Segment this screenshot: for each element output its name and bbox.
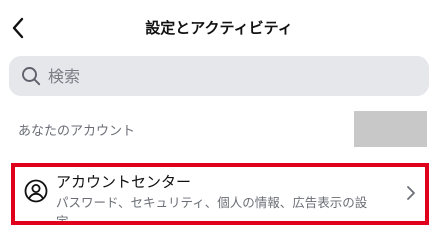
chevron-right-icon	[407, 186, 415, 200]
search-icon	[20, 65, 42, 87]
settings-screen: 設定とアクティビティ あなたのアカウント アカウントセンター パスワード、セキュ…	[0, 0, 438, 243]
page-title: 設定とアクティビティ	[145, 19, 293, 37]
account-center-title: アカウントセンター	[56, 173, 192, 191]
search-input[interactable]	[48, 62, 408, 90]
section-label-your-account: あなたのアカウント	[18, 124, 136, 139]
search-bar[interactable]	[9, 56, 429, 96]
account-center-row[interactable]: アカウントセンター パスワード、セキュリティ、個人の情報、広告表示の設定	[11, 163, 429, 225]
account-center-subtitle: パスワード、セキュリティ、個人の情報、広告表示の設定	[56, 195, 368, 225]
person-circle-icon	[24, 179, 48, 203]
section-thumbnail	[354, 111, 427, 147]
header: 設定とアクティビティ	[0, 0, 438, 56]
